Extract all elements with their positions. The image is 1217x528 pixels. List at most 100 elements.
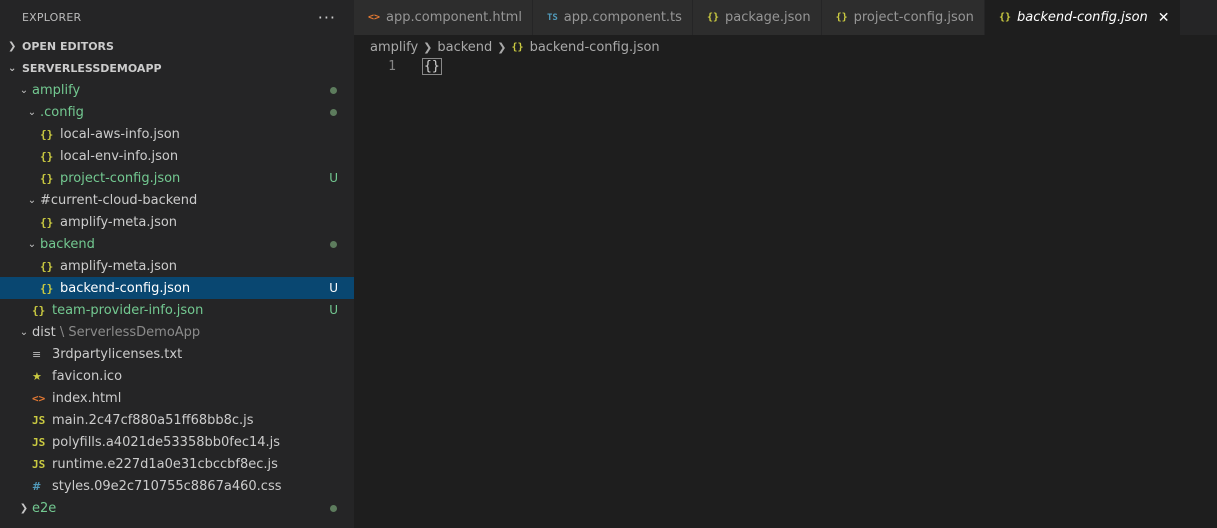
tree-file[interactable]: {} project-config.json U (0, 167, 354, 189)
json-file-icon: {} (40, 281, 54, 295)
tree-item-path-suffix: \ ServerlessDemoApp (55, 324, 201, 340)
git-status-badge: U (329, 303, 338, 317)
chevron-down-icon: ⌄ (19, 84, 29, 96)
js-file-icon: JS (32, 457, 46, 471)
tree-folder[interactable]: ⌄ #current-cloud-backend (0, 189, 354, 211)
tree-item-label: team-provider-info.json (52, 303, 354, 318)
tree-item-name: amplify-meta.json (60, 258, 178, 274)
explorer-title: EXPLORER (22, 11, 82, 24)
tree-file[interactable]: {} local-env-info.json (0, 145, 354, 167)
chevron-right-icon: ❯ (497, 40, 507, 54)
tree-item-label: .config (40, 105, 354, 120)
tab-label: app.component.html (386, 10, 522, 25)
breadcrumb-item-file[interactable]: backend-config.json (530, 40, 660, 55)
code-line: 1 {} (354, 57, 1217, 76)
tree-item-label: local-aws-info.json (60, 127, 354, 142)
tree-item-name: amplify (32, 82, 81, 98)
tree-item-label: e2e (32, 501, 354, 516)
editor-tab[interactable]: {} project-config.json (821, 0, 985, 35)
tree-item-name: backend-config.json (60, 280, 191, 296)
tree-item-name: e2e (32, 500, 57, 516)
tree-item-label: project-config.json (60, 171, 354, 186)
tree-file[interactable]: ≡ 3rdpartylicenses.txt (0, 343, 354, 365)
tree-file[interactable]: ★ favicon.ico (0, 365, 354, 387)
tree-folder[interactable]: ⌄ backend (0, 233, 354, 255)
open-editors-section[interactable]: ❯ OPEN EDITORS (0, 35, 354, 57)
tree-item-label: runtime.e227d1a0e31cbccbf8ec.js (52, 457, 354, 472)
file-tree: ⌄ amplify ⌄ .config{} local-aws-info.json{} l… (0, 79, 354, 519)
editor-tab[interactable]: {} package.json (692, 0, 822, 35)
explorer-sidebar: EXPLORER ··· ❯ OPEN EDITORS ⌄ SERVERLESS… (0, 0, 354, 528)
json-file-icon: {} (32, 303, 46, 317)
tree-item-label: main.2c47cf880a51ff68bb8c.js (52, 413, 354, 428)
tree-item-name: runtime.e227d1a0e31cbccbf8ec.js (52, 456, 278, 472)
tree-file[interactable]: {} team-provider-info.json U (0, 299, 354, 321)
tree-file[interactable]: {} local-aws-info.json (0, 123, 354, 145)
modified-dot-icon (330, 109, 337, 116)
explorer-header: EXPLORER ··· (0, 0, 354, 35)
editor-tab[interactable]: <> app.component.html (354, 0, 533, 35)
json-file-icon: {} (40, 259, 54, 273)
editor-tab[interactable]: TS app.component.ts (532, 0, 693, 35)
code-editor[interactable]: 1 {} (354, 57, 1217, 528)
tree-item-label: 3rdpartylicenses.txt (52, 347, 354, 362)
tree-item-label: amplify-meta.json (60, 215, 354, 230)
tree-item-label: favicon.ico (52, 369, 354, 384)
json-file-icon: {} (706, 12, 719, 23)
modified-dot-icon (330, 241, 337, 248)
project-section[interactable]: ⌄ SERVERLESSDEMOAPP (0, 57, 354, 79)
tree-file[interactable]: {} backend-config.json U (0, 277, 354, 299)
git-status-badge: U (329, 281, 338, 295)
tree-item-label: polyfills.a4021de53358bb0fec14.js (52, 435, 354, 450)
editor-tab[interactable]: {} backend-config.json ✕ (984, 0, 1181, 35)
modified-dot-icon (330, 505, 337, 512)
tree-folder[interactable]: ⌄ dist \ ServerlessDemoApp (0, 321, 354, 343)
tree-item-name: backend (40, 236, 95, 252)
html-file-icon: <> (368, 12, 381, 23)
tree-file[interactable]: {} amplify-meta.json (0, 255, 354, 277)
json-file-icon: {} (998, 12, 1011, 23)
project-label: SERVERLESSDEMOAPP (22, 61, 162, 75)
chevron-down-icon: ⌄ (27, 238, 37, 250)
chevron-down-icon: ⌄ (27, 106, 37, 118)
breadcrumb-item-amplify[interactable]: amplify (370, 40, 418, 55)
tree-item-label: local-env-info.json (60, 149, 354, 164)
ts-file-icon: TS (546, 12, 558, 23)
tree-item-label: styles.09e2c710755c8867a460.css (52, 479, 354, 494)
tree-item-name: main.2c47cf880a51ff68bb8c.js (52, 412, 254, 428)
tree-item-label: dist \ ServerlessDemoApp (32, 325, 354, 340)
favicon-file-icon: ★ (32, 369, 42, 383)
js-file-icon: JS (32, 435, 46, 449)
tab-label: app.component.ts (563, 10, 682, 25)
tree-file[interactable]: JS polyfills.a4021de53358bb0fec14.js (0, 431, 354, 453)
open-editors-label: OPEN EDITORS (22, 39, 114, 53)
json-file-icon: {} (40, 149, 54, 163)
tab-label: package.json (724, 10, 811, 25)
tab-label: project-config.json (853, 10, 974, 25)
tree-file[interactable]: <> index.html (0, 387, 354, 409)
chevron-down-icon: ⌄ (8, 62, 17, 74)
tab-label: backend-config.json (1016, 10, 1148, 25)
tree-item-label: amplify-meta.json (60, 259, 354, 274)
tree-item-name: dist (32, 324, 56, 340)
git-status-badge: U (329, 171, 338, 185)
tree-folder[interactable]: ❯ e2e (0, 497, 354, 519)
chevron-right-icon: ❯ (423, 40, 433, 54)
more-actions-icon[interactable]: ··· (318, 8, 336, 27)
tree-file[interactable]: JS main.2c47cf880a51ff68bb8c.js (0, 409, 354, 431)
json-file-icon: {} (511, 41, 524, 53)
close-icon[interactable]: ✕ (1158, 10, 1170, 26)
tree-item-name: #current-cloud-backend (40, 192, 198, 208)
tree-file[interactable]: {} amplify-meta.json (0, 211, 354, 233)
tree-file[interactable]: # styles.09e2c710755c8867a460.css (0, 475, 354, 497)
tree-item-label: backend (40, 237, 354, 252)
tree-file[interactable]: JS runtime.e227d1a0e31cbccbf8ec.js (0, 453, 354, 475)
tree-item-name: local-aws-info.json (60, 126, 180, 142)
json-file-icon: {} (40, 171, 54, 185)
line-content[interactable]: {} (422, 58, 442, 75)
tree-item-name: amplify-meta.json (60, 214, 178, 230)
tree-folder[interactable]: ⌄ .config (0, 101, 354, 123)
tree-item-name: favicon.ico (52, 368, 123, 384)
tree-folder[interactable]: ⌄ amplify (0, 79, 354, 101)
breadcrumb-item-backend[interactable]: backend (437, 40, 492, 55)
